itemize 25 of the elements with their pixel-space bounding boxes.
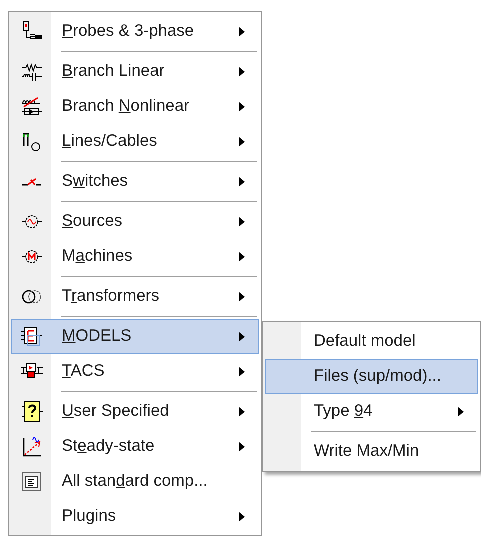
menu-item[interactable]: Branch Linear (11, 54, 259, 89)
menu-item[interactable]: Plugins (11, 499, 259, 534)
menu-item[interactable]: Write Max/Min (265, 434, 478, 469)
menu-item[interactable]: Probes & 3-phase (11, 14, 259, 49)
nonlinear-branch-icon (21, 96, 43, 118)
menu-item[interactable]: Lines/Cables (11, 124, 259, 159)
menu-item[interactable]: Branch Nonlinear (11, 89, 259, 124)
user-block-icon (21, 400, 43, 422)
probe-icon (21, 20, 43, 42)
menu-item[interactable]: Machines (11, 239, 259, 274)
menu-item[interactable]: Switches (11, 164, 259, 199)
list-window-icon (21, 470, 43, 492)
menu-item[interactable]: User Specified (11, 394, 259, 429)
menu-item[interactable]: Sources (11, 204, 259, 239)
menu-item[interactable]: Files (sup/mod)... (265, 359, 478, 394)
cable-icon (21, 130, 43, 152)
menu-item[interactable]: Type 94 (265, 394, 478, 429)
menu-item[interactable]: TACS (11, 354, 259, 389)
menu-item[interactable]: Default model (265, 324, 478, 359)
model-block-icon (20, 326, 44, 348)
menu-item[interactable]: All standard comp... (11, 464, 259, 499)
menu-item[interactable]: Steady-state (11, 429, 259, 464)
menu-item[interactable]: Transformers (11, 279, 259, 314)
steady-state-graph-icon (21, 436, 43, 458)
menu-item[interactable]: MODELS (11, 319, 259, 354)
